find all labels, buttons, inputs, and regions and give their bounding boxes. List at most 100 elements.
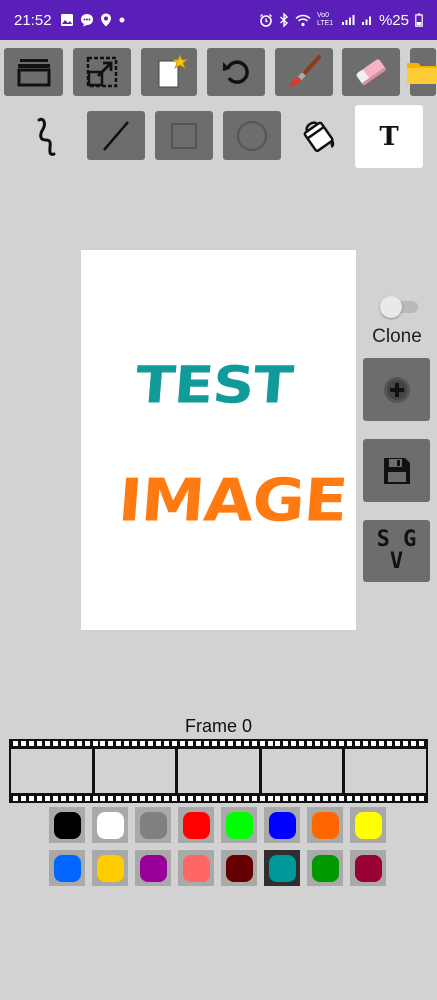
- perforation: [339, 741, 345, 746]
- brush-button[interactable]: [275, 48, 333, 96]
- color-swatch[interactable]: [92, 850, 128, 886]
- perforation: [132, 741, 138, 746]
- perforation: [203, 796, 209, 801]
- line-tool[interactable]: [87, 111, 145, 160]
- perforation: [148, 741, 154, 746]
- color-swatch[interactable]: [307, 807, 343, 843]
- fill-tool[interactable]: [291, 111, 349, 160]
- color-swatch[interactable]: [264, 850, 300, 886]
- perforation: [68, 796, 74, 801]
- signal-icon-2: [361, 16, 371, 25]
- perforation: [92, 796, 98, 801]
- color-swatch[interactable]: [350, 850, 386, 886]
- perforation: [172, 796, 178, 801]
- perforation: [354, 796, 360, 801]
- perforation: [339, 796, 345, 801]
- filmstrip: [9, 739, 428, 803]
- perforation: [52, 796, 58, 801]
- color-swatch-fill: [96, 811, 124, 839]
- perforation: [378, 796, 384, 801]
- frame-thumbnail[interactable]: [345, 749, 426, 793]
- drawing-canvas[interactable]: [81, 250, 356, 630]
- undo-button[interactable]: [207, 48, 265, 96]
- perforation: [291, 796, 297, 801]
- color-swatch[interactable]: [178, 807, 214, 843]
- layers-button[interactable]: [4, 48, 63, 96]
- perforation: [36, 741, 42, 746]
- frame-thumbnail[interactable]: [11, 749, 92, 793]
- frame-thumbnail[interactable]: [178, 749, 259, 793]
- color-swatch-fill: [225, 854, 253, 882]
- perforation: [259, 741, 265, 746]
- clone-toggle[interactable]: [380, 296, 420, 318]
- text-tool[interactable]: T: [355, 105, 423, 168]
- filmstrip-frames: [11, 749, 426, 793]
- bluetooth-icon: [279, 13, 288, 27]
- perforation: [164, 796, 170, 801]
- color-swatch[interactable]: [135, 850, 171, 886]
- color-swatch[interactable]: [264, 807, 300, 843]
- resize-button[interactable]: [73, 48, 131, 96]
- color-swatch-fill: [139, 854, 167, 882]
- frame-thumbnail[interactable]: [94, 749, 176, 793]
- perforation: [195, 741, 201, 746]
- location-notification-icon: [100, 13, 111, 27]
- frame-thumbnail[interactable]: [261, 749, 343, 793]
- perforation: [315, 741, 321, 746]
- color-swatch-fill: [182, 811, 210, 839]
- color-swatch[interactable]: [49, 807, 85, 843]
- perforation: [323, 796, 329, 801]
- clone-label: Clone: [372, 326, 422, 347]
- eraser-button[interactable]: [342, 48, 400, 96]
- perforation: [394, 796, 400, 801]
- new-page-button[interactable]: [141, 48, 197, 96]
- circle-tool[interactable]: [223, 111, 281, 160]
- color-swatch[interactable]: [307, 850, 343, 886]
- clone-toggle-knob: [380, 296, 402, 318]
- perforation: [283, 796, 289, 801]
- dot-notification-icon: [119, 17, 125, 23]
- color-swatch-fill: [53, 854, 81, 882]
- perforation: [307, 741, 313, 746]
- color-swatch[interactable]: [49, 850, 85, 886]
- perforation: [92, 741, 98, 746]
- filmstrip-perforations-top: [13, 741, 424, 746]
- perforation: [172, 741, 178, 746]
- color-swatch-fill: [139, 811, 167, 839]
- new-page-icon: [158, 53, 188, 88]
- color-swatch[interactable]: [92, 807, 128, 843]
- perforation: [370, 796, 376, 801]
- perforation: [60, 741, 66, 746]
- perforation: [140, 741, 146, 746]
- save-button[interactable]: [363, 439, 430, 502]
- signal-icon: [341, 15, 355, 25]
- perforation: [219, 796, 225, 801]
- brush-icon: [289, 55, 321, 87]
- perforation: [418, 741, 424, 746]
- add-frame-button[interactable]: [363, 358, 430, 421]
- rectangle-tool[interactable]: [155, 111, 213, 160]
- perforation: [275, 796, 281, 801]
- perforation: [28, 796, 34, 801]
- color-swatch[interactable]: [221, 850, 257, 886]
- color-swatch[interactable]: [221, 807, 257, 843]
- perforation: [347, 796, 353, 801]
- color-swatch[interactable]: [350, 807, 386, 843]
- status-bar: 21:52 Vo0 LTE1 %25: [0, 0, 437, 40]
- color-swatch[interactable]: [178, 850, 214, 886]
- perforation: [267, 741, 273, 746]
- square-icon: [171, 122, 197, 149]
- perforation: [156, 741, 162, 746]
- perforation: [259, 796, 265, 801]
- chat-notification-icon: [80, 14, 93, 27]
- perforation: [211, 741, 217, 746]
- freehand-tool[interactable]: [18, 112, 74, 160]
- svg-label-top: S G: [376, 527, 417, 552]
- perforation: [354, 741, 360, 746]
- perforation: [195, 796, 201, 801]
- svg-export-button[interactable]: S G V: [363, 520, 430, 582]
- folder-button[interactable]: [406, 48, 437, 96]
- folder-icon: [407, 63, 437, 84]
- color-swatch[interactable]: [135, 807, 171, 843]
- perforation: [410, 796, 416, 801]
